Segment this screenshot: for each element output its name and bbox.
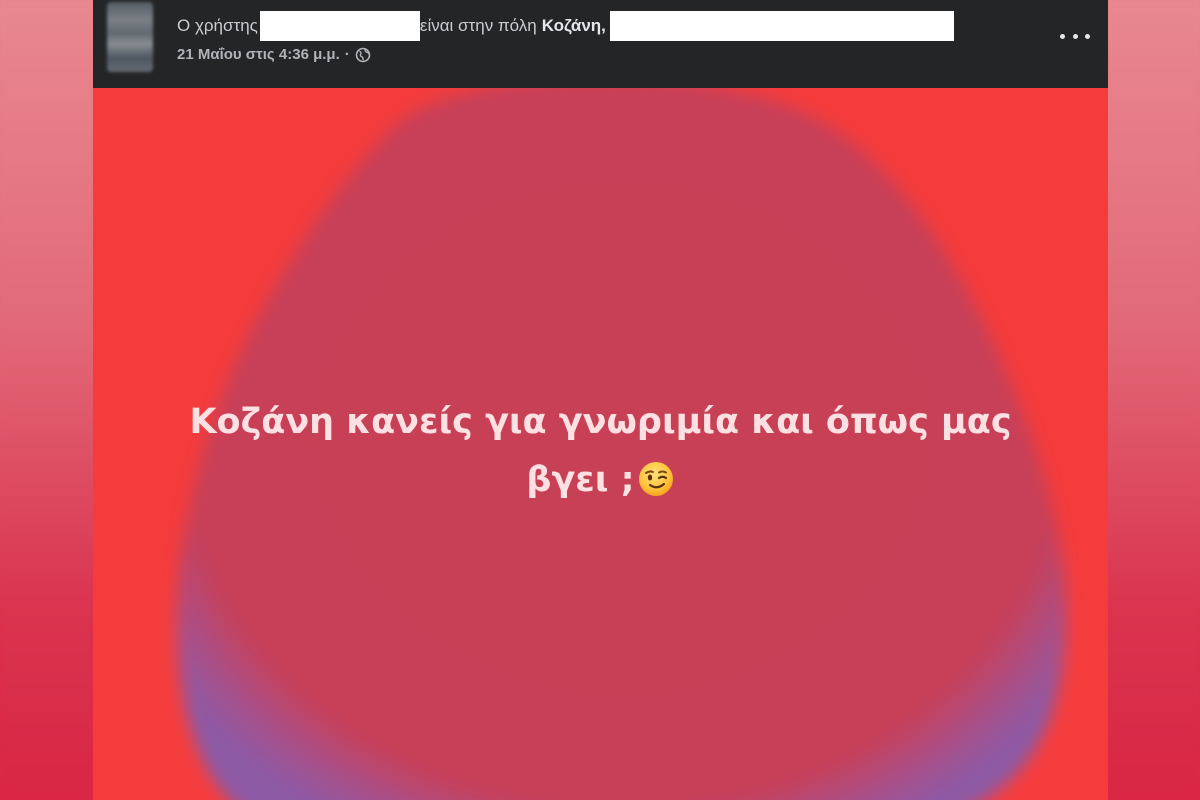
more-dot [1085, 33, 1090, 39]
location-text: είναι στην πόλη [419, 16, 537, 35]
author-prefix: Ο χρήστης [177, 16, 258, 35]
redacted-author-name [259, 11, 420, 41]
background-left-blur [0, 0, 93, 800]
post-header: Ο χρήστης είναι στην πόλη Κοζάνη, 21 Μαΐ… [93, 0, 1108, 88]
redacted-location-detail [609, 11, 954, 41]
meta-separator: · [344, 46, 350, 63]
more-options-button[interactable] [1060, 26, 1090, 46]
post-author-line: Ο χρήστης είναι στην πόλη Κοζάνη, [177, 11, 954, 41]
post-content: Κοζάνη κανείς για γνωριμία και όπως μας … [93, 88, 1108, 800]
globe-icon[interactable] [355, 47, 371, 63]
post-text-line-2: βγει ; [133, 451, 1068, 509]
post-text: Κοζάνη κανείς για γνωριμία και όπως μας … [133, 393, 1068, 509]
post-meta: 21 Μαΐου στις 4:36 μ.μ. · [177, 46, 371, 63]
more-options-icon [1060, 33, 1065, 39]
post-text-line-2-text: βγει ; [526, 460, 635, 500]
facebook-post: Ο χρήστης είναι στην πόλη Κοζάνη, 21 Μαΐ… [93, 0, 1108, 800]
background-right-blur [1108, 0, 1200, 800]
more-dot [1072, 33, 1078, 39]
winking-face-emoji [637, 458, 675, 496]
post-timestamp[interactable]: 21 Μαΐου στις 4:36 μ.μ. [177, 46, 340, 63]
avatar[interactable] [107, 2, 153, 72]
post-text-line-1: Κοζάνη κανείς για γνωριμία και όπως μας [189, 402, 1012, 442]
city-link[interactable]: Κοζάνη, [542, 16, 606, 36]
